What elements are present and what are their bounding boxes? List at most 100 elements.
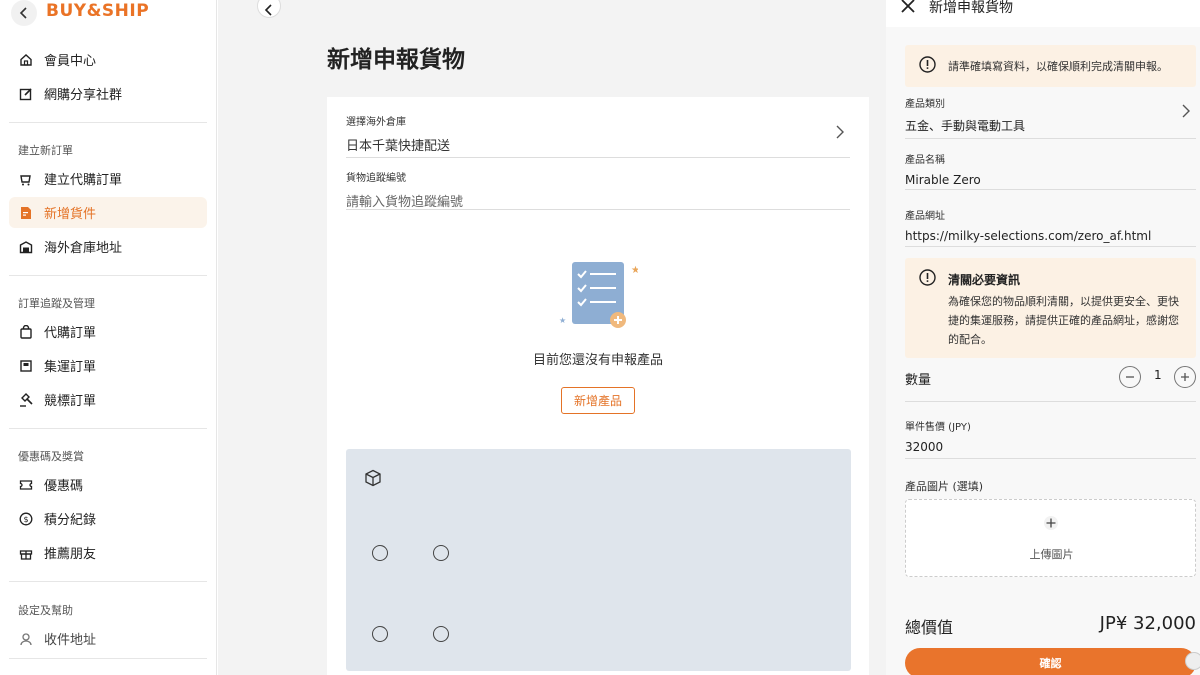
warehouse-icon xyxy=(18,239,34,255)
sidebar-item-community[interactable]: 網購分享社群 xyxy=(9,78,207,109)
svg-text:$: $ xyxy=(23,515,28,524)
quantity-stepper: 數量 1 xyxy=(905,358,1196,402)
confirm-button[interactable]: 確認 xyxy=(905,648,1196,675)
sidebar-item-label: 推薦朋友 xyxy=(44,547,97,562)
radio-circle[interactable] xyxy=(433,545,449,561)
chevron-left-icon xyxy=(19,7,27,19)
divider xyxy=(9,122,207,123)
sidebar-item-create-purchase[interactable]: 建立代購訂單 xyxy=(9,163,207,194)
sidebar-item-label: 會員中心 xyxy=(44,54,97,69)
battery-yes-radio[interactable] xyxy=(372,626,400,642)
sidebar-item-label: 建立代購訂單 xyxy=(44,173,123,188)
upload-image-dropzone[interactable]: 上傳圖片 xyxy=(905,499,1196,577)
add-product-button[interactable]: 新增產品 xyxy=(561,387,635,414)
total-value-label: 總價值 xyxy=(905,618,954,637)
notice-text: 請準確填寫資料，以確保順利完成清關申報。 xyxy=(948,60,1168,73)
quantity-label: 數量 xyxy=(905,373,932,388)
logo[interactable]: BUY&SHIP xyxy=(46,1,149,21)
sidebar-item-purchase-orders[interactable]: 代購訂單 xyxy=(9,316,207,347)
battery-no-radio[interactable] xyxy=(433,626,461,642)
gavel-icon xyxy=(18,392,34,408)
sidebar-item-shipping-address[interactable]: 收件地址 xyxy=(9,623,207,654)
product-image-label: 產品圖片 (選填) xyxy=(905,480,984,493)
sidebar-item-shipping-orders[interactable]: 集運訂單 xyxy=(9,350,207,381)
field-value: 五金、手動與電動工具 xyxy=(905,119,1026,133)
empty-state-text: 目前您還沒有申報產品 xyxy=(532,353,663,368)
svg-text:★: ★ xyxy=(631,265,638,276)
field-label: 產品網址 xyxy=(905,211,945,222)
product-url-input[interactable]: https://milky-selections.com/zero_af.htm… xyxy=(905,229,1196,243)
gift-icon xyxy=(18,545,34,561)
sidebar-back-button[interactable] xyxy=(11,0,37,26)
section-title: 建立新訂單 xyxy=(18,144,73,157)
unit-price-field[interactable]: 單件售價 (JPY) 32000 xyxy=(905,418,1196,459)
customs-info-heading: 清關必要資訊 xyxy=(948,272,1021,287)
section-title: 優惠碼及獎賞 xyxy=(18,450,84,463)
field-label: 選擇海外倉庫 xyxy=(346,117,406,128)
sidebar-item-label: 收件地址 xyxy=(44,633,97,648)
product-url-field[interactable]: 產品網址 https://milky-selections.com/zero_a… xyxy=(905,207,1196,247)
field-value: 日本千葉快捷配送 xyxy=(346,139,451,154)
sidebar-item-refer-friends[interactable]: 推薦朋友 xyxy=(9,537,207,568)
sidebar-item-add-shipment[interactable]: 新增貨件 xyxy=(9,197,207,228)
section-title: 設定及幫助 xyxy=(18,604,73,617)
package-icon xyxy=(364,469,382,491)
bag-icon xyxy=(18,324,34,340)
sidebar-item-label: 代購訂單 xyxy=(44,326,97,341)
tracking-number-field[interactable]: 貨物追蹤編號 請輸入貨物追蹤編號 xyxy=(346,169,850,210)
field-label: 產品類別 xyxy=(905,99,945,110)
chevron-left-icon xyxy=(264,4,272,16)
sidebar-item-points[interactable]: $ 積分紀錄 xyxy=(9,503,207,534)
section-title: 訂單追蹤及管理 xyxy=(18,297,95,310)
sidebar-item-auction-orders[interactable]: 競標訂單 xyxy=(9,384,207,415)
quantity-increase-button[interactable] xyxy=(1174,366,1196,388)
sidebar-item-warehouse-address[interactable]: 海外倉庫地址 xyxy=(9,231,207,262)
radio-circle[interactable] xyxy=(372,545,388,561)
edit-icon xyxy=(18,86,34,102)
customs-info-header: 清關必要資訊 xyxy=(919,269,1020,289)
alert-icon xyxy=(919,269,936,289)
liquid-no-radio[interactable] xyxy=(433,545,461,561)
quantity-value[interactable]: 1 xyxy=(1154,368,1162,382)
contents-question-box xyxy=(346,449,851,671)
customs-info-box: 清關必要資訊 為確保您的物品順利清關，以提供更安全、更快捷的集運服務，請提供正確… xyxy=(905,258,1196,358)
quantity-decrease-button[interactable] xyxy=(1119,366,1141,388)
radio-circle[interactable] xyxy=(372,626,388,642)
sidebar-item-coupons[interactable]: 優惠碼 xyxy=(9,469,207,500)
sidebar-item-label: 新增貨件 xyxy=(44,207,97,222)
warehouse-select[interactable]: 選擇海外倉庫 日本千葉快捷配送 xyxy=(346,113,850,158)
tracking-number-input[interactable]: 請輸入貨物追蹤編號 xyxy=(346,191,850,210)
sidebar-item-label: 積分紀錄 xyxy=(44,513,97,528)
accuracy-notice: 請準確填寫資料，以確保順利完成清關申報。 xyxy=(905,45,1196,87)
home-icon xyxy=(18,52,34,68)
main-back-button[interactable] xyxy=(257,0,281,18)
minus-icon xyxy=(1126,376,1134,378)
plus-icon xyxy=(1044,516,1058,530)
close-icon[interactable] xyxy=(900,0,916,14)
sidebar-item-member-center[interactable]: 會員中心 xyxy=(9,44,207,75)
divider xyxy=(9,658,207,659)
main-content: 新增申報貨物 選擇海外倉庫 日本千葉快捷配送 貨物追蹤編號 請輸入貨物追蹤編號 … xyxy=(218,0,886,675)
customs-info-body: 為確保您的物品順利清關，以提供更安全、更快捷的集運服務，請提供正確的產品網址，感… xyxy=(948,295,1179,346)
chat-helper-icon[interactable] xyxy=(1185,652,1200,670)
shipment-form-card: 選擇海外倉庫 日本千葉快捷配送 貨物追蹤編號 請輸入貨物追蹤編號 ★ ★ 目前您… xyxy=(327,97,869,675)
category-select[interactable]: 產品類別 五金、手動與電動工具 xyxy=(905,95,1196,139)
alert-icon xyxy=(919,56,936,76)
field-label: 產品名稱 xyxy=(905,155,945,166)
drawer-title: 新增申報貨物 xyxy=(929,0,1013,16)
sidebar: BUY&SHIP 會員中心 網購分享社群 建立新訂單 建立代購訂單 新增貨件 海… xyxy=(0,0,217,675)
unit-price-input[interactable]: 32000 xyxy=(905,440,1196,454)
add-product-drawer: 新增申報貨物 請準確填寫資料，以確保順利完成清關申報。 產品類別 五金、手動與電… xyxy=(886,0,1200,675)
total-value-amount: JP¥ 32,000 xyxy=(1099,613,1196,634)
product-name-field[interactable]: 產品名稱 Mirable Zero xyxy=(905,151,1196,190)
liquid-yes-radio[interactable] xyxy=(372,545,400,561)
sidebar-item-label: 海外倉庫地址 xyxy=(44,241,123,256)
page-title: 新增申報貨物 xyxy=(327,47,465,73)
document-icon xyxy=(18,205,34,221)
radio-circle[interactable] xyxy=(433,626,449,642)
product-name-input[interactable]: Mirable Zero xyxy=(905,173,1196,187)
svg-text:★: ★ xyxy=(559,316,566,325)
sidebar-item-label: 集運訂單 xyxy=(44,360,97,375)
chevron-right-icon xyxy=(1182,104,1190,118)
dollar-coin-icon: $ xyxy=(18,511,34,527)
